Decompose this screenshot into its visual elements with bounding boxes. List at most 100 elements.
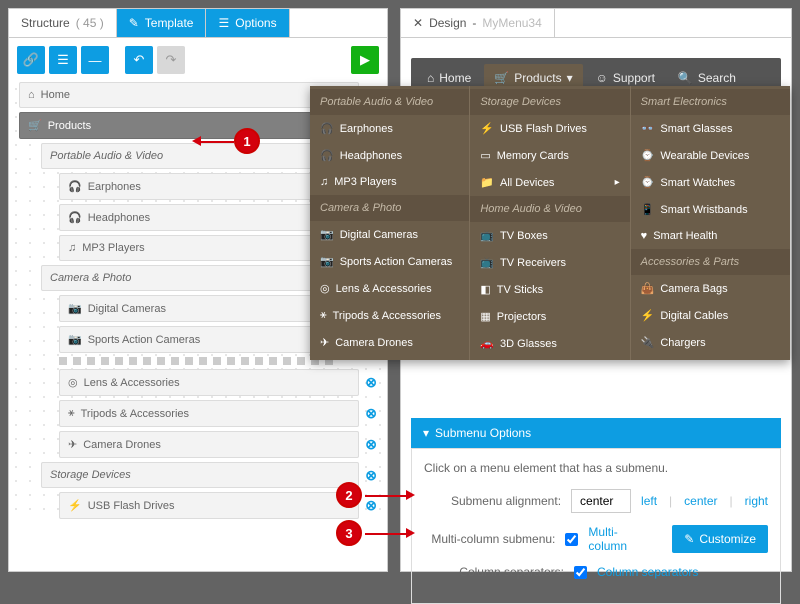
mega-item[interactable]: 🎧Earphones	[310, 115, 469, 142]
cable-icon: ⚡	[641, 309, 655, 322]
usb-icon: ⚡	[480, 122, 494, 135]
left-tabs: Structure ( 45 ) ✎ Template ☰ Options	[9, 9, 387, 38]
tree-item-home[interactable]: ⌂Home	[19, 82, 359, 108]
text-button[interactable]: ☰	[49, 46, 77, 74]
sep-checkbox[interactable]	[574, 566, 587, 579]
mega-header: Accessories & Parts	[631, 249, 790, 275]
tree-item[interactable]: ⚹Tripods & Accessories	[59, 400, 359, 427]
camera-icon: 📷	[320, 255, 334, 268]
callout-3-arrow	[365, 533, 409, 535]
caret-down-icon: ▾	[567, 71, 573, 85]
structure-toolbar: 🔗 ☰ — ↶ ↷ ▶	[9, 38, 387, 82]
multicol-label: Multi-column submenu:	[424, 532, 555, 546]
separator-button[interactable]: —	[81, 46, 109, 74]
tree-item-cat[interactable]: Storage Devices	[41, 462, 359, 488]
mega-item[interactable]: 📺TV Receivers	[470, 249, 629, 276]
mega-item[interactable]: ⌚Smart Watches	[631, 169, 790, 196]
callout-2-arrowhead	[406, 490, 415, 500]
mega-item[interactable]: 📺TV Boxes	[470, 222, 629, 249]
mega-item[interactable]: 🎧Headphones	[310, 142, 469, 169]
mega-item[interactable]: 🔌Chargers	[631, 329, 790, 356]
tree-item[interactable]: ✈Camera Drones	[59, 431, 359, 458]
right-tabs: ✕ Design - MyMenu34	[401, 9, 791, 38]
tree-item[interactable]: ◎Lens & Accessories	[59, 369, 359, 396]
chevron-down-icon: ▾	[423, 426, 429, 440]
submenu-options: ▾Submenu Options Click on a menu element…	[411, 418, 781, 604]
tools-icon: ✕	[413, 16, 423, 30]
pencil-icon: ✎	[684, 532, 694, 546]
mega-item[interactable]: ▭Memory Cards	[470, 142, 629, 169]
play-button[interactable]: ▶	[351, 46, 379, 74]
mega-item[interactable]: ⚹Tripods & Accessories	[310, 302, 469, 329]
callout-1-arrowhead	[192, 136, 201, 146]
wearable-icon: ⌚	[641, 149, 655, 162]
tab-structure[interactable]: Structure ( 45 )	[9, 9, 117, 37]
callout-3: 3	[336, 520, 362, 546]
mega-item[interactable]: ◧TV Sticks	[470, 276, 629, 303]
mega-item[interactable]: 📷Digital Cameras	[310, 221, 469, 248]
mega-item[interactable]: 🚗3D Glasses	[470, 330, 629, 357]
mega-item[interactable]: 📁All Devices▸	[470, 169, 629, 196]
link-button[interactable]: 🔗	[17, 46, 45, 74]
callout-2: 2	[336, 482, 362, 508]
watch-icon: ⌚	[641, 176, 655, 189]
delete-icon[interactable]: ⊗	[365, 405, 377, 422]
tab-structure-label: Structure	[21, 16, 70, 30]
mega-item[interactable]: ⚡USB Flash Drives	[470, 115, 629, 142]
mega-col-1: Portable Audio & Video 🎧Earphones 🎧Headp…	[310, 86, 470, 360]
align-center-link[interactable]: center	[684, 494, 717, 508]
mega-item[interactable]: ♥Smart Health	[631, 223, 790, 249]
stick-icon: ◧	[480, 283, 490, 296]
tree-item-products[interactable]: 🛒Products	[19, 112, 359, 139]
bag-icon: 👜	[641, 282, 655, 295]
home-icon: ⌂	[28, 89, 35, 101]
tab-template[interactable]: ✎ Template	[117, 9, 207, 37]
glasses-icon: 👓	[641, 122, 655, 135]
mega-item[interactable]: 👜Camera Bags	[631, 275, 790, 302]
align-left-link[interactable]: left	[641, 494, 657, 508]
mega-item[interactable]: ♫MP3 Players	[310, 169, 469, 195]
mega-item[interactable]: ⚡Digital Cables	[631, 302, 790, 329]
tab-design[interactable]: ✕ Design - MyMenu34	[401, 9, 555, 37]
delete-icon[interactable]: ⊗	[365, 467, 377, 484]
tab-design-label: Design	[429, 16, 466, 30]
align-input[interactable]	[571, 489, 631, 513]
mega-item[interactable]: 📱Smart Wristbands	[631, 196, 790, 223]
delete-icon[interactable]: ⊗	[365, 374, 377, 391]
multicol-checkbox[interactable]	[565, 533, 578, 546]
lens-icon: ◎	[320, 282, 330, 295]
submenu-options-body: Click on a menu element that has a subme…	[411, 448, 781, 604]
callout-2-arrow	[365, 495, 409, 497]
redo-button[interactable]: ↷	[157, 46, 185, 74]
lens-icon: ◎	[68, 376, 78, 389]
undo-button[interactable]: ↶	[125, 46, 153, 74]
mega-item[interactable]: ⌚Wearable Devices	[631, 142, 790, 169]
earphones-icon: 🎧	[68, 180, 82, 193]
mega-item[interactable]: ◎Lens & Accessories	[310, 275, 469, 302]
tv-icon: 📺	[480, 229, 494, 242]
delete-icon[interactable]: ⊗	[365, 497, 377, 514]
search-icon: 🔍	[678, 71, 693, 85]
tab-options[interactable]: ☰ Options	[206, 9, 289, 37]
customize-button[interactable]: ✎Customize	[672, 525, 768, 553]
mega-item[interactable]: ▦Projectors	[470, 303, 629, 330]
tab-structure-count: ( 45 )	[76, 16, 104, 30]
music-icon: ♫	[320, 176, 328, 188]
callout-1-arrow	[200, 141, 234, 143]
multicol-link[interactable]: Multi-column	[588, 525, 652, 553]
sep-link[interactable]: Column separators	[597, 565, 698, 579]
tripod-icon: ⚹	[320, 309, 327, 322]
mega-header: Camera & Photo	[310, 195, 469, 221]
band-icon: 📱	[641, 203, 655, 216]
tree-item[interactable]: ⚡USB Flash Drives	[59, 492, 359, 519]
mega-item[interactable]: ✈Camera Drones	[310, 329, 469, 356]
options-hint: Click on a menu element that has a subme…	[424, 461, 768, 475]
mega-item[interactable]: 📷Sports Action Cameras	[310, 248, 469, 275]
glasses-icon: 🚗	[480, 337, 494, 350]
submenu-options-header[interactable]: ▾Submenu Options	[411, 418, 781, 448]
mega-item[interactable]: 👓Smart Glasses	[631, 115, 790, 142]
tripod-icon: ⚹	[68, 407, 75, 420]
align-right-link[interactable]: right	[745, 494, 768, 508]
callout-1: 1	[234, 128, 260, 154]
delete-icon[interactable]: ⊗	[365, 436, 377, 453]
